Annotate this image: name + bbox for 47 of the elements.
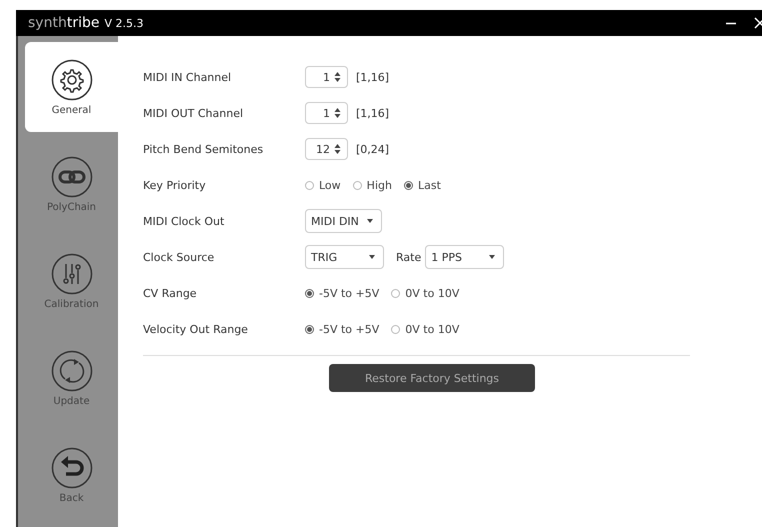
radio-label[interactable]: 0V to 10V [405,286,460,300]
caret-icon [366,219,373,223]
radio-button[interactable] [404,180,413,190]
spinner-arrows-icon[interactable] [334,71,341,83]
number-spinner[interactable]: 1 [305,66,348,88]
sidebar-tab[interactable]: General [25,42,118,132]
setting-label: MIDI OUT Channel [143,106,244,120]
number-spinner[interactable]: 1 [305,102,348,124]
radio-button[interactable] [305,288,314,298]
back-icon [50,446,92,488]
setting-label: CV Range [143,286,198,300]
radio-button[interactable] [305,180,314,190]
radio-button[interactable] [305,324,314,334]
dropdown[interactable]: TRIG [305,245,384,269]
radio-label[interactable]: High [366,178,392,192]
radio-button[interactable] [391,288,400,298]
number-spinner[interactable]: 12 [305,138,348,160]
setting-label: Clock Source [143,250,216,264]
range-hint: [1,16] [356,106,390,120]
caret-icon [369,255,375,259]
setting-label: Pitch Bend Semitones [143,142,264,156]
range-hint: [1,16] [356,70,390,84]
version-label: V 2.5.3 [104,16,144,30]
refresh-icon [50,350,92,392]
radio-label[interactable]: 0V to 10V [405,322,460,336]
radio-button[interactable] [352,180,362,190]
link-icon [50,156,92,198]
radio-label[interactable]: -5V to +5V [319,286,380,300]
setting-label: Key Priority [143,178,207,192]
setting-label: MIDI Clock Out [143,214,226,228]
app-name: synthtribe [28,15,100,31]
spinner-arrows-icon[interactable] [334,107,341,119]
range-hint: [0,24] [356,142,390,156]
radio-button[interactable] [391,324,400,334]
radio-label[interactable]: -5V to +5V [319,322,380,336]
restore-factory-button[interactable]: Restore Factory Settings [329,364,535,392]
gear-icon [50,58,92,100]
caret-icon [489,255,496,259]
rate-label: Rate [396,250,422,264]
radio-label[interactable]: Last [418,178,441,192]
setting-label: MIDI IN Channel [143,70,232,84]
setting-label: Velocity Out Range [143,322,249,336]
dropdown[interactable]: 1 PPS [425,245,504,269]
sliders-icon [50,252,92,294]
dropdown[interactable]: MIDI DIN [305,209,382,233]
radio-label[interactable]: Low [319,178,341,192]
spinner-arrows-icon[interactable] [334,143,341,155]
